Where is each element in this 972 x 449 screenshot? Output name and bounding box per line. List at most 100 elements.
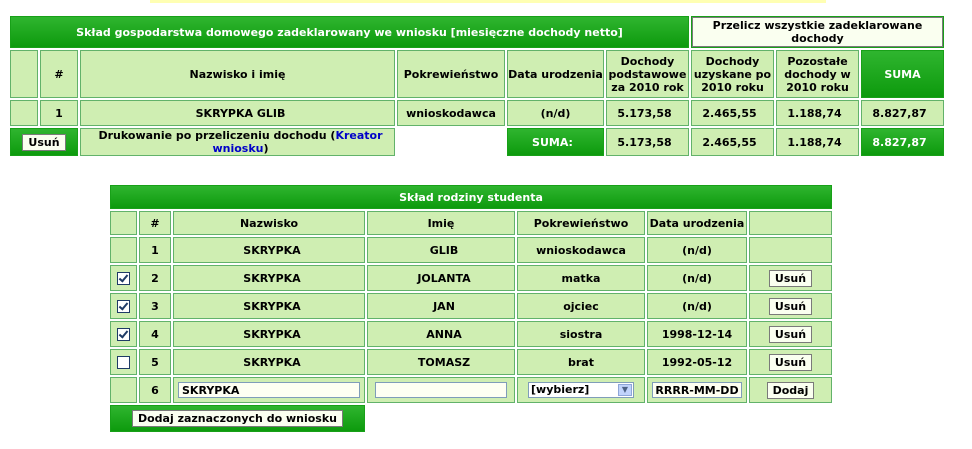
household-delete-button[interactable]: Usuń <box>22 133 66 151</box>
sum-income-base: 5.173,58 <box>606 128 689 156</box>
firstname-input[interactable] <box>375 382 507 398</box>
row-delete-button[interactable]: Usuń <box>768 269 813 287</box>
add-cell: Dodaj <box>749 377 832 403</box>
row-action <box>749 237 832 263</box>
row-income-base: 5.173,58 <box>606 100 689 126</box>
family-table: Skład rodziny studenta # Nazwisko Imię P… <box>108 183 834 434</box>
row-num: 3 <box>139 293 171 319</box>
row-relation: matka <box>517 265 645 291</box>
household-header-name: Nazwisko i imię <box>80 50 395 98</box>
table-row: 4 SKRYPKA ANNA siostra 1998-12-14 Usuń <box>110 321 832 347</box>
row-firstname: JAN <box>367 293 515 319</box>
delete-cell: Usuń <box>10 128 78 156</box>
row-num: 1 <box>139 237 171 263</box>
firstname-cell <box>367 377 515 403</box>
row-relation: wnioskodawca <box>397 100 505 126</box>
family-header-action <box>749 211 832 235</box>
row-checkbox[interactable] <box>117 271 130 285</box>
row-action: Usuń <box>749 321 832 347</box>
row-checkbox-cell <box>110 237 137 263</box>
household-header-relation: Pokrewieństwo <box>397 50 505 98</box>
surname-input[interactable]: SKRYPKA <box>178 382 360 398</box>
row-firstname: ANNA <box>367 321 515 347</box>
add-selected-button[interactable]: Dodaj zaznaczonych do wniosku <box>131 410 343 427</box>
surname-cell: SKRYPKA <box>173 377 365 403</box>
relation-selected-value: [wybierz] <box>531 383 590 396</box>
sum-income-other: 1.188,74 <box>776 128 859 156</box>
row-surname: SKRYPKA <box>173 293 365 319</box>
family-header-surname: Nazwisko <box>173 211 365 235</box>
row-checkbox[interactable] <box>117 355 130 369</box>
family-header-birth: Data urodzenia <box>647 211 747 235</box>
empty-cell <box>397 128 505 156</box>
print-text: Drukowanie po przeliczeniu dochodu ( <box>98 129 336 142</box>
row-checkbox-cell <box>110 321 137 347</box>
row-num: 6 <box>139 377 171 403</box>
recalc-cell: Przelicz wszystkie zadeklarowane dochody <box>691 16 944 48</box>
add-member-button[interactable]: Dodaj <box>766 381 815 399</box>
row-checkbox-cell <box>110 349 137 375</box>
row-checkbox[interactable] <box>117 299 130 313</box>
row-name: SKRYPKA GLIB <box>80 100 395 126</box>
empty-cell <box>367 405 832 432</box>
row-firstname: TOMASZ <box>367 349 515 375</box>
sum-total: 8.827,87 <box>861 128 944 156</box>
household-title: Skład gospodarstwa domowego zadeklarowan… <box>10 16 689 48</box>
row-relation: ojciec <box>517 293 645 319</box>
family-header-relation: Pokrewieństwo <box>517 211 645 235</box>
row-surname: SKRYPKA <box>173 349 365 375</box>
row-action: Usuń <box>749 265 832 291</box>
household-header-num: # <box>40 50 78 98</box>
row-action: Usuń <box>749 349 832 375</box>
row-firstname: GLIB <box>367 237 515 263</box>
household-table: Skład gospodarstwa domowego zadeklarowan… <box>8 14 946 158</box>
row-checkbox[interactable] <box>117 327 130 341</box>
household-header-checkbox <box>10 50 38 98</box>
row-num: 4 <box>139 321 171 347</box>
row-birth: (n/d) <box>647 293 747 319</box>
row-checkbox-cell <box>10 100 38 126</box>
row-delete-button[interactable]: Usuń <box>768 353 813 371</box>
chevron-down-icon[interactable]: ▼ <box>618 384 632 396</box>
family-header-firstname: Imię <box>367 211 515 235</box>
family-header-num: # <box>139 211 171 235</box>
row-birth: (n/d) <box>647 237 747 263</box>
relation-cell: [wybierz] ▼ <box>517 377 645 403</box>
table-row: 1 SKRYPKA GLIB wnioskodawca (n/d) <box>110 237 832 263</box>
row-relation: wnioskodawca <box>517 237 645 263</box>
row-surname: SKRYPKA <box>173 265 365 291</box>
row-income-other: 1.188,74 <box>776 100 859 126</box>
table-row: 2 SKRYPKA JOLANTA matka (n/d) Usuń <box>110 265 832 291</box>
household-header-birth: Data urodzenia <box>507 50 604 98</box>
sum-label: SUMA: <box>507 128 604 156</box>
birth-cell: RRRR-MM-DD <box>647 377 747 403</box>
row-birth: (n/d) <box>647 265 747 291</box>
family-header-checkbox <box>110 211 137 235</box>
row-num: 1 <box>40 100 78 126</box>
household-header-income-other: Pozostałe dochody w 2010 roku <box>776 50 859 98</box>
row-num: 5 <box>139 349 171 375</box>
row-num: 2 <box>139 265 171 291</box>
row-action: Usuń <box>749 293 832 319</box>
new-member-row: 6 SKRYPKA [wybierz] ▼ RRRR-MM-DD Dodaj <box>110 377 832 403</box>
row-surname: SKRYPKA <box>173 321 365 347</box>
household-header-income-base: Dochody podstawowe za 2010 rok <box>606 50 689 98</box>
row-checkbox-cell <box>110 377 137 403</box>
top-yellow-strip <box>150 0 826 3</box>
row-checkbox-cell <box>110 293 137 319</box>
row-delete-button[interactable]: Usuń <box>768 297 813 315</box>
relation-select[interactable]: [wybierz] ▼ <box>528 382 634 398</box>
row-relation: brat <box>517 349 645 375</box>
household-header-sum: SUMA <box>861 50 944 98</box>
row-birth: 1998-12-14 <box>647 321 747 347</box>
print-info: Drukowanie po przeliczeniu dochodu (Krea… <box>80 128 395 156</box>
table-row: 3 SKRYPKA JAN ojciec (n/d) Usuń <box>110 293 832 319</box>
row-firstname: JOLANTA <box>367 265 515 291</box>
row-delete-button[interactable]: Usuń <box>768 325 813 343</box>
table-row: 5 SKRYPKA TOMASZ brat 1992-05-12 Usuń <box>110 349 832 375</box>
row-checkbox-cell <box>110 265 137 291</box>
birthdate-input[interactable]: RRRR-MM-DD <box>652 382 742 398</box>
sum-income-obtained: 2.465,55 <box>691 128 774 156</box>
add-selected-cell: Dodaj zaznaczonych do wniosku <box>110 405 365 432</box>
recalc-all-button[interactable]: Przelicz wszystkie zadeklarowane dochody <box>692 17 943 47</box>
